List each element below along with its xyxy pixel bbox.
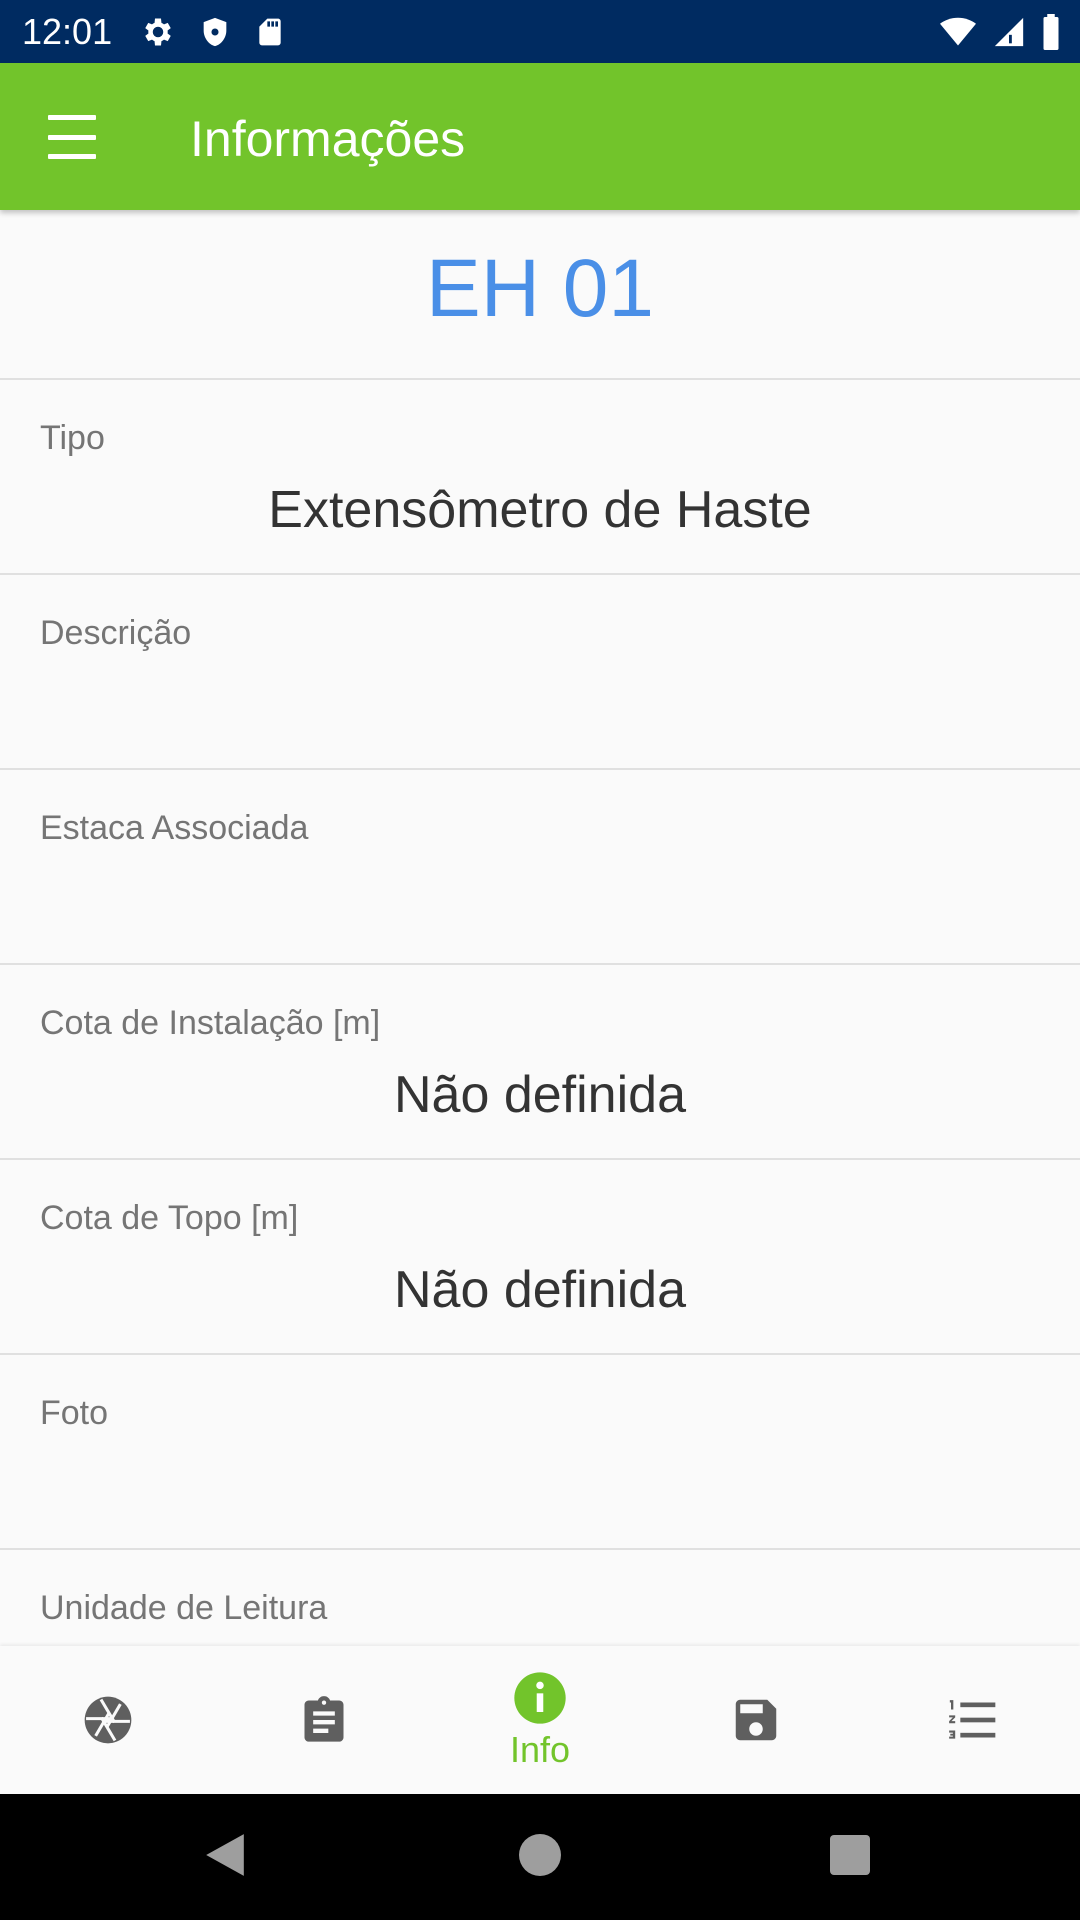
field-label: Cota de Topo [m] — [40, 1199, 299, 1237]
field-label: Cota de Instalação [m] — [40, 1004, 381, 1042]
camera-shutter-icon — [80, 1692, 136, 1748]
field-label: Estaca Associada — [40, 809, 309, 847]
numbered-list-icon — [944, 1692, 1000, 1748]
recents-icon — [830, 1834, 870, 1880]
nav-item-clipboard[interactable] — [216, 1646, 432, 1794]
menu-icon-line — [48, 134, 96, 140]
menu-icon-line — [48, 115, 96, 120]
cell-signal-icon — [992, 14, 1026, 50]
field-label: Tipo — [40, 419, 105, 457]
clipboard-icon — [298, 1692, 350, 1748]
status-bar: 12:01 — [0, 0, 1080, 63]
field-row-descricao: Descrição — [0, 575, 1080, 770]
field-label: Foto — [40, 1394, 109, 1432]
field-value: Não definida — [394, 1261, 686, 1319]
system-navigation-bar — [0, 1794, 1080, 1920]
home-button[interactable] — [480, 1794, 600, 1920]
save-icon — [729, 1693, 783, 1747]
shield-icon — [198, 14, 232, 50]
field-row-tipo: Tipo Extensômetro de Haste — [0, 380, 1080, 575]
back-icon — [204, 1832, 246, 1883]
field-row-cota-instalacao: Cota de Instalação [m] Não definida — [0, 965, 1080, 1160]
gear-icon — [140, 14, 176, 50]
status-right-icons — [938, 12, 1062, 52]
device-name: EH 01 — [0, 210, 1080, 380]
nav-label-info: Info — [509, 1729, 571, 1770]
field-value: Extensômetro de Haste — [268, 481, 812, 539]
back-button[interactable] — [165, 1794, 285, 1920]
field-row-cota-topo: Cota de Topo [m] Não definida — [0, 1160, 1080, 1355]
info-icon — [512, 1670, 568, 1726]
info-content[interactable]: EH 01 Tipo Extensômetro de Haste Descriç… — [0, 210, 1080, 1646]
battery-icon — [1040, 14, 1062, 50]
nav-item-camera[interactable] — [0, 1646, 216, 1794]
sd-card-icon — [254, 14, 286, 50]
recents-button[interactable] — [790, 1794, 910, 1920]
nav-item-save[interactable] — [648, 1646, 864, 1794]
field-label: Unidade de Leitura — [40, 1589, 328, 1627]
home-icon — [519, 1833, 561, 1881]
nav-item-list[interactable] — [864, 1646, 1080, 1794]
app-bar: Informações — [0, 63, 1080, 210]
menu-button[interactable] — [40, 109, 104, 165]
field-row-unidade-leitura: Unidade de Leitura — [0, 1550, 1080, 1646]
field-value: Não definida — [394, 1066, 686, 1124]
menu-icon-line — [48, 154, 96, 159]
status-time: 12:01 — [22, 11, 113, 52]
field-row-estaca-associada: Estaca Associada — [0, 770, 1080, 965]
status-left-icons — [140, 12, 286, 52]
page-title: Informações — [190, 111, 466, 167]
wifi-icon — [938, 14, 978, 50]
nav-item-info[interactable]: Info — [432, 1646, 648, 1794]
field-label: Descrição — [40, 614, 192, 652]
bottom-navigation: Info — [0, 1646, 1080, 1794]
field-row-foto[interactable]: Foto — [0, 1355, 1080, 1550]
